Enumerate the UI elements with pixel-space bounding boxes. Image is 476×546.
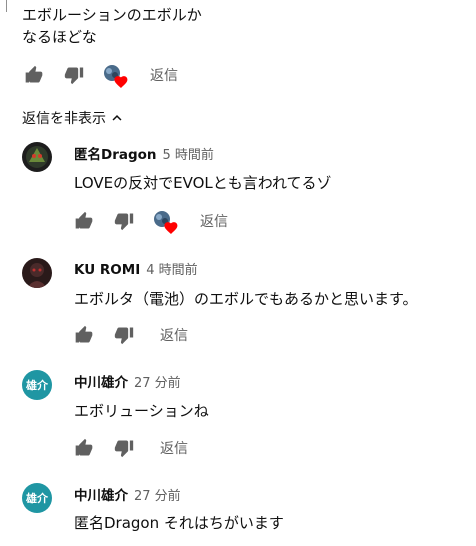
thumb-up-icon bbox=[75, 438, 93, 456]
dark-avatar-icon bbox=[22, 258, 52, 288]
thumb-down-icon bbox=[114, 327, 134, 345]
reply-text: LOVEの反対でEVOLとも言われてるゾ bbox=[74, 174, 332, 192]
thumb-up-icon bbox=[75, 211, 93, 229]
author-name[interactable]: 中川雄介 bbox=[74, 488, 128, 504]
timestamp[interactable]: 5 時間前 bbox=[163, 148, 214, 163]
thumb-up-icon bbox=[75, 325, 93, 343]
creator-heart-icon bbox=[104, 65, 128, 88]
comment-text-line2: なるほどな bbox=[22, 28, 97, 46]
creator-heart bbox=[152, 209, 178, 234]
reply-comment: 雄介 bbox=[22, 483, 52, 513]
reply-button[interactable]: 返信 bbox=[160, 325, 188, 345]
reply-actions: 返信 bbox=[72, 436, 188, 460]
reply-button[interactable]: 返信 bbox=[160, 438, 188, 458]
timestamp[interactable]: 4 時間前 bbox=[146, 263, 197, 278]
reply-actions: 返信 bbox=[72, 323, 188, 347]
creator-heart-icon bbox=[154, 211, 178, 234]
like-button[interactable] bbox=[72, 323, 96, 347]
dislike-button[interactable] bbox=[112, 436, 136, 460]
timestamp[interactable]: 27 分前 bbox=[134, 376, 181, 391]
author-name[interactable]: 匿名Dragon bbox=[74, 147, 157, 163]
reply-text: エボルタ（電池）のエボルでもあるかと思います。 bbox=[74, 290, 418, 308]
thumb-down-icon bbox=[114, 440, 134, 458]
dragon-avatar-icon bbox=[22, 142, 52, 172]
thumb-up-icon bbox=[25, 65, 43, 83]
like-button[interactable] bbox=[22, 63, 46, 87]
reply-header: 中川雄介 27 分前 bbox=[74, 484, 181, 504]
thumb-down-icon bbox=[114, 213, 134, 231]
comment-actions: 返信 bbox=[22, 63, 178, 88]
avatar[interactable]: 雄介 bbox=[22, 370, 52, 400]
chevron-up-icon bbox=[112, 115, 122, 121]
like-button[interactable] bbox=[72, 209, 96, 233]
reply-comment: 雄介 bbox=[22, 370, 52, 400]
reply-header: 匿名Dragon 5 時間前 bbox=[74, 143, 214, 163]
author-name[interactable]: 中川雄介 bbox=[74, 375, 128, 391]
thumb-down-icon bbox=[64, 67, 84, 85]
hide-replies-button[interactable]: 返信を非表示 bbox=[22, 108, 126, 128]
timestamp[interactable]: 27 分前 bbox=[134, 489, 181, 504]
reply-actions: 返信 bbox=[72, 209, 228, 234]
reply-button[interactable]: 返信 bbox=[150, 65, 178, 85]
dislike-button[interactable] bbox=[112, 209, 136, 233]
avatar[interactable] bbox=[22, 258, 52, 288]
creator-heart bbox=[102, 63, 128, 88]
reply-header: 中川雄介 27 分前 bbox=[74, 371, 181, 391]
avatar[interactable]: 雄介 bbox=[22, 483, 52, 513]
avatar[interactable] bbox=[22, 142, 52, 172]
dislike-button[interactable] bbox=[112, 323, 136, 347]
reply-header: KU ROMI 4 時間前 bbox=[74, 259, 198, 278]
reply-text: 匿名Dragon それはちがいます bbox=[74, 514, 284, 532]
author-name[interactable]: KU ROMI bbox=[74, 262, 140, 278]
reply-comment bbox=[22, 258, 52, 288]
reply-text: エボリューションね bbox=[74, 402, 209, 420]
reply-comment bbox=[22, 142, 52, 172]
thread-line bbox=[6, 0, 7, 12]
like-button[interactable] bbox=[72, 436, 96, 460]
comment-text-line1: エボルーションのエボルか bbox=[22, 6, 202, 24]
reply-button[interactable]: 返信 bbox=[200, 211, 228, 231]
dislike-button[interactable] bbox=[62, 63, 86, 87]
hide-replies-label: 返信を非表示 bbox=[22, 111, 106, 127]
